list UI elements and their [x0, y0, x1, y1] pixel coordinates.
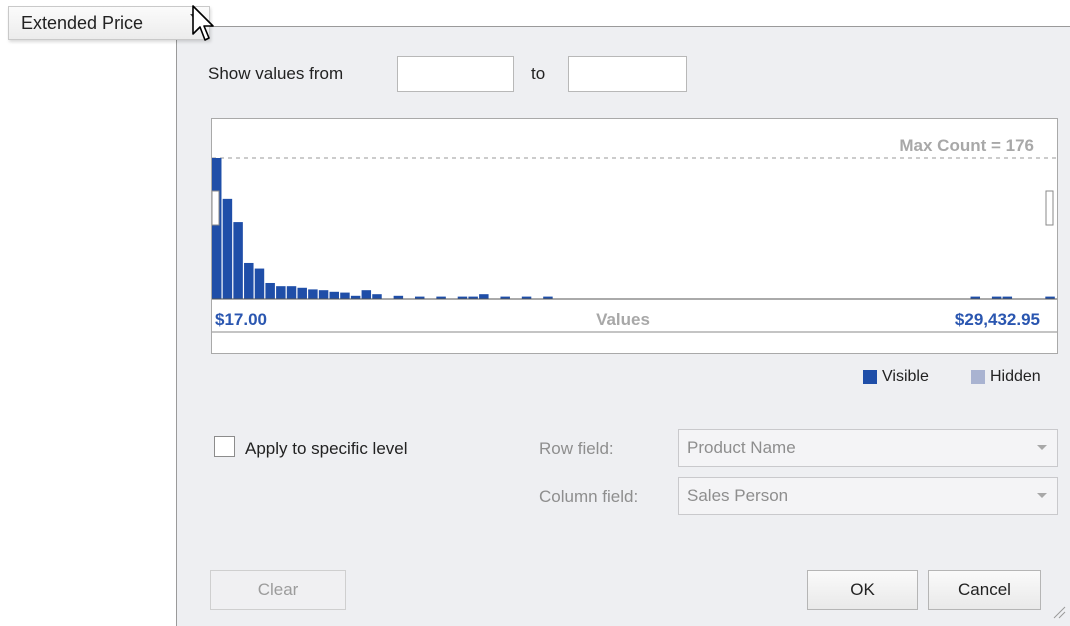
histogram-bar	[222, 198, 233, 299]
histogram-bar	[372, 294, 382, 299]
range-left-handle	[212, 190, 220, 226]
histogram-bar	[329, 291, 339, 299]
row-field-value: Product Name	[687, 438, 796, 457]
histogram-bar	[361, 290, 372, 299]
legend-hidden-label: Hidden	[990, 368, 1041, 385]
x-axis-label: Values	[596, 310, 650, 329]
row-field-label: Row field:	[539, 439, 614, 458]
apply-specific-level-checkbox[interactable]	[214, 436, 235, 457]
range-to-input[interactable]	[568, 56, 687, 92]
clear-button[interactable]: Clear	[210, 570, 346, 610]
legend-visible: Visible	[863, 368, 929, 386]
chevron-down-icon	[1037, 445, 1047, 450]
histogram-bar	[318, 290, 329, 299]
field-header-extended-price[interactable]: Extended Price	[8, 6, 210, 40]
chevron-down-icon	[1037, 493, 1047, 498]
histogram-bar	[479, 294, 489, 299]
column-field-select[interactable]: Sales Person	[678, 477, 1058, 515]
apply-specific-level-label[interactable]: Apply to specific level	[245, 439, 408, 459]
histogram-bar	[212, 158, 222, 299]
mouse-cursor-icon	[192, 5, 214, 41]
column-field-value: Sales Person	[687, 486, 789, 505]
histogram-chart[interactable]: Max Count = 176 $17.00 Values $29,432.95	[211, 118, 1058, 354]
histogram-bar	[276, 286, 286, 299]
legend-hidden: Hidden	[971, 368, 1041, 386]
histogram-bars	[212, 158, 1055, 299]
histogram-bar	[254, 268, 265, 299]
range-right-handle	[1045, 190, 1054, 226]
row-field-select[interactable]: Product Name	[678, 429, 1058, 467]
range-to-label: to	[531, 64, 546, 83]
x-min-label: $17.00	[215, 310, 267, 329]
show-values-from-label: Show values from	[208, 64, 344, 83]
histogram-bar	[286, 286, 297, 299]
histogram-bar	[244, 262, 254, 299]
histogram-bar	[308, 289, 318, 299]
legend-hidden-swatch	[971, 370, 985, 384]
max-count-annotation: Max Count = 176	[899, 136, 1034, 155]
histogram-bar	[340, 292, 350, 299]
field-header-label: Extended Price	[21, 12, 144, 33]
legend-visible-label: Visible	[882, 368, 929, 385]
range-from-input[interactable]	[397, 56, 514, 92]
resize-grip-icon[interactable]	[1050, 603, 1066, 619]
cancel-button[interactable]: Cancel	[928, 570, 1041, 610]
histogram-bar	[265, 282, 275, 299]
histogram-bar	[233, 222, 243, 299]
histogram-bar	[297, 287, 307, 299]
x-max-label: $29,432.95	[955, 310, 1040, 329]
ok-button[interactable]: OK	[807, 570, 918, 610]
column-field-label: Column field:	[539, 487, 639, 506]
legend-visible-swatch	[863, 370, 877, 384]
